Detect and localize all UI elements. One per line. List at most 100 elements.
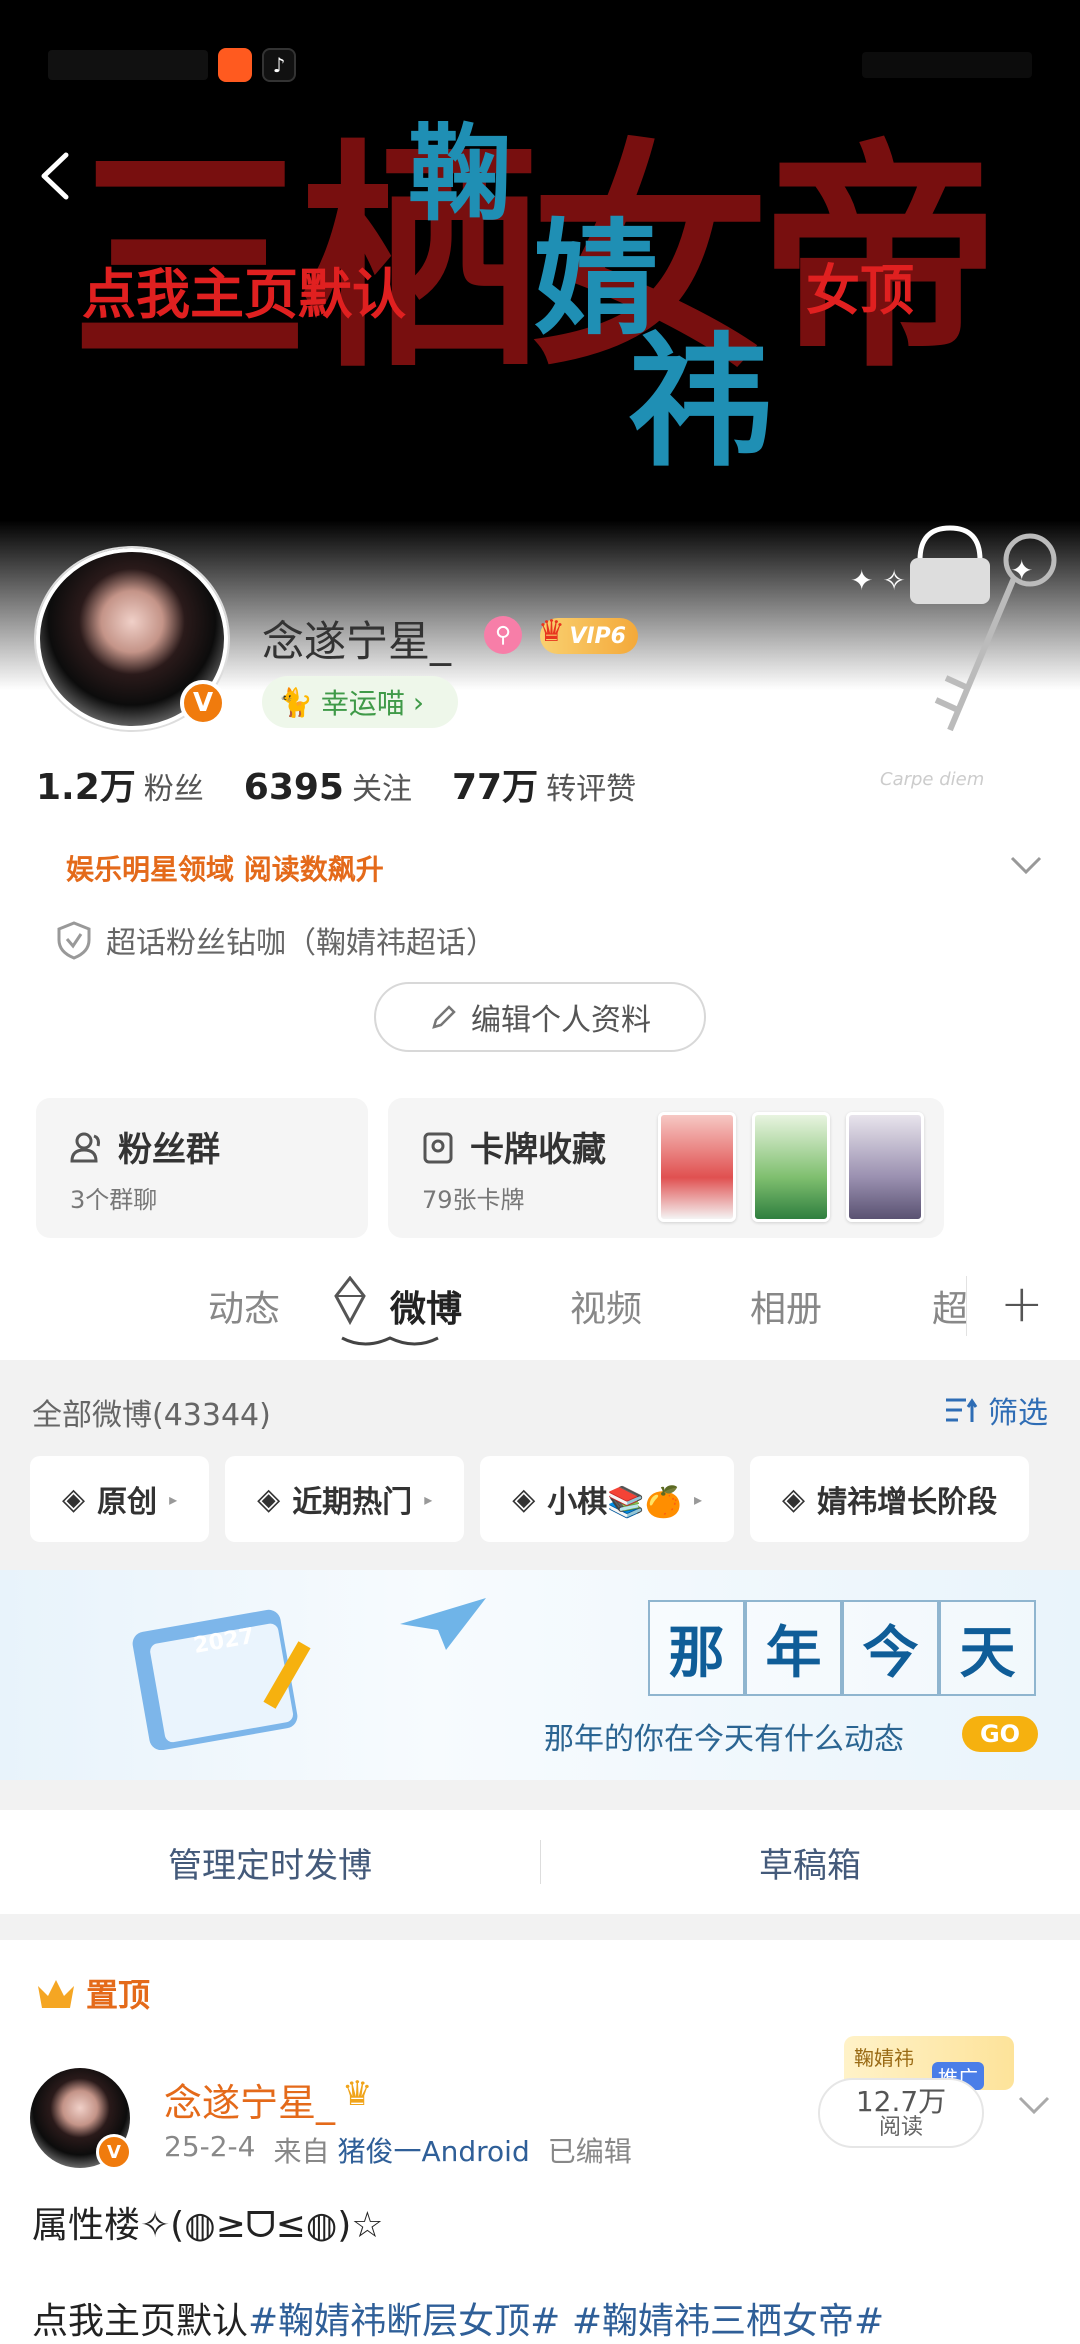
- stat-interactions[interactable]: 77万 转评赞: [452, 758, 636, 810]
- chip-label: 原创: [97, 1485, 158, 1520]
- post-date: 25-2-4: [164, 2130, 256, 2163]
- read-count-value: 12.7万: [855, 2084, 947, 2118]
- triangle-right-icon: ▸: [694, 1489, 703, 1509]
- verified-badge-icon: V: [180, 680, 226, 726]
- stat-fans[interactable]: 1.2万 粉丝: [36, 758, 204, 810]
- profile-stats: 1.2万 粉丝 6395 关注 77万 转评赞: [36, 758, 636, 810]
- crown-icon: ♛: [538, 614, 565, 649]
- post-edited: 已编辑: [547, 2135, 632, 2168]
- status-bar: ♪: [48, 48, 296, 82]
- drafts-button[interactable]: 草稿箱: [540, 1810, 1080, 1914]
- title-char: 今: [842, 1600, 939, 1696]
- member-crown-icon: ♛: [342, 2074, 373, 2114]
- fan-groups-title: 粉丝群: [68, 1122, 220, 1171]
- edit-profile-button[interactable]: 编辑个人资料: [374, 982, 706, 1052]
- vip-badge[interactable]: ♛ VIP6: [538, 614, 638, 654]
- back-button[interactable]: [26, 146, 86, 206]
- pinned-post[interactable]: 置顶 V 念遂宁星_ ♛ 25-2-4 来自 猪俊一Android 已编辑 鞠婧…: [0, 1940, 1080, 2344]
- chevron-down-icon[interactable]: [1006, 850, 1046, 880]
- all-posts-count: 全部微博(43344): [32, 1398, 271, 1433]
- go-button[interactable]: GO: [962, 1716, 1038, 1752]
- post-meta: 25-2-4 来自 猪俊一Android 已编辑: [164, 2130, 632, 2170]
- hashtag-link[interactable]: #鞠婧祎断层女顶#: [248, 2301, 560, 2342]
- manage-row: 管理定时发博 草稿箱: [0, 1810, 1080, 1914]
- chevron-down-icon[interactable]: [1014, 2090, 1054, 2120]
- on-this-day-subtitle: 那年的你在今天有什么动态: [544, 1722, 904, 1757]
- filter-label: 筛选: [988, 1396, 1048, 1431]
- chip-recent-hot[interactable]: ◈ 近期热门 ▸: [225, 1456, 465, 1542]
- read-count-pill: 12.7万 阅读: [818, 2078, 984, 2148]
- chip-growth[interactable]: ◈ 婧祎增长阶段: [750, 1456, 1030, 1542]
- cat-icon: 🐈: [278, 685, 313, 719]
- card-thumbnail[interactable]: [658, 1112, 736, 1222]
- post-text-line-1: 属性楼✧(◍≥ᗜ≤◍)☆: [32, 2205, 384, 2246]
- stat-interactions-value: 77万: [451, 767, 539, 808]
- lucky-label: 幸运喵: [320, 687, 405, 720]
- stat-following-value: 6395: [243, 767, 344, 808]
- lucky-cat-button[interactable]: 🐈 幸运喵 ›: [262, 676, 458, 728]
- layers-icon: ◈: [512, 1481, 536, 1517]
- banner-left-text: 点我主页默认: [82, 263, 406, 326]
- card-collection-box[interactable]: 卡牌收藏 79张卡牌: [388, 1098, 944, 1238]
- triangle-right-icon: ▸: [169, 1489, 178, 1509]
- edit-profile-label: 编辑个人资料: [471, 1003, 651, 1038]
- pinned-label: 置顶: [86, 1976, 151, 2014]
- fan-groups-label: 粉丝群: [118, 1130, 220, 1170]
- post-source[interactable]: 猪俊一Android: [337, 2130, 529, 2170]
- super-topic-row[interactable]: 超话粉丝钻咖（鞠婧祎超话）: [56, 918, 496, 962]
- card-thumbnail[interactable]: [846, 1112, 924, 1222]
- calendar-icon: 2027: [132, 1609, 311, 1750]
- post-source-prefix: 来自: [273, 2135, 330, 2168]
- category-chips: ◈ 原创 ▸ ◈ 近期热门 ▸ ◈ 小棋📚🍊 ▸ ◈ 婧祎增长阶段: [30, 1456, 1030, 1542]
- tab-activity[interactable]: 动态: [208, 1280, 280, 1332]
- shield-icon: [57, 921, 91, 960]
- scheduled-posts-button[interactable]: 管理定时发博: [0, 1810, 540, 1914]
- stat-following-label: 关注: [351, 772, 412, 807]
- stat-following[interactable]: 6395 关注: [244, 764, 412, 808]
- title-char: 天: [939, 1600, 1036, 1696]
- banner-name-char-3: 祎: [628, 318, 773, 486]
- crown-icon: [38, 1980, 74, 2008]
- people-icon: [70, 1132, 100, 1162]
- chip-label: 小棋📚🍊: [547, 1485, 683, 1520]
- fan-groups-box[interactable]: 粉丝群 3个群聊: [36, 1098, 368, 1238]
- tab-weibo[interactable]: 微博: [390, 1280, 462, 1332]
- chip-label: 近期热门: [292, 1485, 413, 1520]
- tab-super-topic[interactable]: 超: [932, 1280, 968, 1332]
- profile-tabs: 动态 微博 视频 相册 超 +: [0, 1250, 1080, 1360]
- banner-name-char-1: 鞠: [408, 113, 513, 235]
- pencil-icon: [432, 1005, 456, 1029]
- banner-right-text: 女顶: [806, 259, 914, 322]
- layers-icon: ◈: [782, 1481, 806, 1517]
- verified-badge-icon: V: [96, 2134, 132, 2170]
- filter-button[interactable]: 筛选: [944, 1388, 1048, 1432]
- pinned-label-row: 置顶: [36, 1970, 150, 2016]
- hashtag-link[interactable]: #鞠婧祎三栖女帝#: [572, 2301, 884, 2342]
- post-text-prefix: 点我主页默认: [32, 2301, 249, 2342]
- tab-album[interactable]: 相册: [750, 1280, 822, 1332]
- chip-custom[interactable]: ◈ 小棋📚🍊 ▸: [480, 1456, 735, 1542]
- honor-text[interactable]: 娱乐明星领域 阅读数飙升: [66, 848, 384, 888]
- card-thumbnail[interactable]: [752, 1112, 830, 1222]
- status-time-placeholder: [48, 50, 208, 80]
- layers-icon: ◈: [62, 1481, 86, 1517]
- chip-original[interactable]: ◈ 原创 ▸: [30, 1456, 210, 1542]
- profile-username: 念遂宁星_: [262, 617, 452, 666]
- member-search-icon[interactable]: ⚲: [484, 616, 522, 654]
- svg-text:Carpe diem: Carpe diem: [880, 769, 984, 790]
- chevron-right-icon: ›: [412, 685, 425, 719]
- post-text-line-2: 点我主页默认#鞠婧祎断层女顶# #鞠婧祎三栖女帝#: [32, 2292, 884, 2344]
- on-this-day-title: 那 年 今 天: [648, 1600, 1036, 1696]
- weibo-profile-page: 三栖女帝 点我主页默认 女顶 鞠 婧 祎 ♪ ✦ ✧ ✦ Carpe diem: [0, 0, 1080, 2344]
- layers-icon: ◈: [257, 1481, 281, 1517]
- on-this-day-banner[interactable]: 2027 那 年 今 天 那年的你在今天有什么动态 GO: [0, 1570, 1080, 1780]
- feed-header: 全部微博(43344) 筛选 ◈ 原创 ▸ ◈ 近期热门 ▸ ◈ 小棋📚🍊 ▸ ◈ 婧祎增长阶…: [0, 1360, 1080, 1570]
- key-sticker-icon: Carpe diem: [880, 533, 1057, 790]
- status-indicators: [862, 52, 1032, 78]
- tab-separator: [966, 1276, 967, 1336]
- tab-video[interactable]: 视频: [570, 1280, 642, 1332]
- add-tab-button[interactable]: +: [1000, 1274, 1044, 1334]
- card-collection-title: 卡牌收藏: [420, 1122, 606, 1171]
- diamond-pendant-icon: [334, 1276, 366, 1326]
- post-author-name[interactable]: 念遂宁星_: [164, 2072, 335, 2127]
